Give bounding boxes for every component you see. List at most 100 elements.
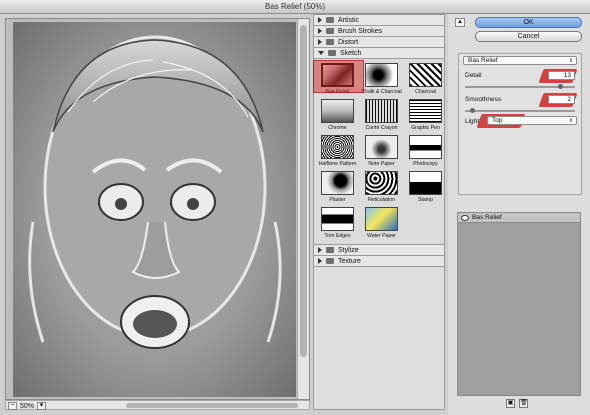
expand-arrow-icon	[318, 258, 322, 264]
smoothness-label: Smoothness	[465, 96, 502, 103]
category-artistic[interactable]: Artistic	[314, 15, 444, 26]
reticulation-thumb-icon	[365, 171, 398, 195]
category-label: Brush Strokes	[338, 27, 382, 35]
chevron-updown-icon: ⇕	[568, 118, 573, 124]
smoothness-input[interactable]: 2	[548, 95, 575, 104]
detail-slider[interactable]	[465, 84, 575, 89]
filter-label: Photocopy	[413, 161, 438, 167]
folder-icon	[328, 50, 336, 56]
category-label: Texture	[338, 257, 361, 265]
collapse-gallery-button[interactable]: ▲	[455, 18, 465, 27]
filter-reticulation[interactable]: Reticulation	[361, 171, 402, 206]
filter-label: Charcoal	[415, 89, 436, 95]
zoom-controls: − 50% ▾	[8, 401, 47, 411]
folder-icon	[326, 247, 334, 253]
detail-label: Detail	[465, 72, 482, 79]
preview-pane[interactable]	[5, 18, 310, 400]
note-paper-thumb-icon	[365, 135, 398, 159]
effect-layers-list: Bas Relief	[457, 212, 581, 396]
filter-torn-edges[interactable]: Torn Edges	[317, 207, 358, 242]
delete-effect-layer-button[interactable]: 🗑	[519, 399, 528, 408]
zoom-level[interactable]: 50%	[20, 403, 34, 410]
filter-label: Chrome	[328, 125, 347, 131]
filter-water-paper[interactable]: Water Paper	[361, 207, 402, 242]
filter-label: Halftone Pattern	[318, 161, 357, 167]
filter-charcoal[interactable]: Charcoal	[405, 63, 446, 98]
category-label: Artistic	[338, 16, 359, 24]
detail-slider-knob[interactable]	[558, 84, 564, 89]
filter-label: Reticulation	[367, 197, 396, 203]
preview-vertical-scrollbar[interactable]	[297, 19, 309, 399]
filter-label: Torn Edges	[324, 233, 351, 239]
filter-halftone-pattern[interactable]: Halftone Pattern	[317, 135, 358, 170]
settings-panel: ▲ OK Cancel Bas Relief ⇕ Detail 13 Smoot…	[448, 14, 590, 415]
category-distort[interactable]: Distort	[314, 37, 444, 48]
category-label: Distort	[338, 38, 359, 46]
folder-icon	[326, 28, 334, 34]
expand-arrow-icon	[318, 247, 322, 253]
layer-buttons: ▣ 🗑	[506, 399, 528, 408]
filter-settings-box: Bas Relief ⇕ Detail 13 Smoothness 2 Ligh…	[458, 53, 582, 195]
halftone-thumb-icon	[321, 135, 354, 159]
preview-image[interactable]	[13, 22, 296, 397]
category-sketch[interactable]: Sketch	[314, 48, 444, 59]
filter-select[interactable]: Bas Relief ⇕	[463, 56, 577, 65]
category-brush-strokes[interactable]: Brush Strokes	[314, 26, 444, 37]
title-bar: Bas Relief (50%)	[0, 0, 590, 14]
filter-select-value: Bas Relief	[468, 57, 498, 64]
charcoal-thumb-icon	[409, 63, 442, 87]
chrome-thumb-icon	[321, 99, 354, 123]
filter-plaster[interactable]: Plaster	[317, 171, 358, 206]
filter-conte-crayon[interactable]: Conté Crayon	[361, 99, 402, 134]
chevron-updown-icon: ⇕	[568, 58, 573, 64]
cancel-button[interactable]: Cancel	[475, 31, 582, 42]
smoothness-slider-knob[interactable]	[470, 108, 476, 113]
category-texture[interactable]: Texture	[314, 256, 444, 267]
filter-label: Chalk & Charcoal	[361, 89, 402, 95]
effect-layer-label: Bas Relief	[472, 214, 502, 221]
folder-icon	[326, 39, 334, 45]
conte-crayon-thumb-icon	[365, 99, 398, 123]
filter-note-paper[interactable]: Note Paper	[361, 135, 402, 170]
filter-label: Graphic Pen	[411, 125, 440, 131]
horizontal-scroll-thumb[interactable]	[126, 403, 298, 408]
selection-highlight	[313, 60, 364, 93]
filter-label: Conté Crayon	[365, 125, 398, 131]
smoothness-slider[interactable]	[465, 108, 575, 113]
zoom-out-button[interactable]: −	[8, 402, 17, 410]
filter-label: Stamp	[418, 197, 433, 203]
window-title: Bas Relief (50%)	[264, 2, 326, 11]
water-paper-thumb-icon	[365, 207, 398, 231]
filter-stamp[interactable]: Stamp	[405, 171, 446, 206]
vertical-scroll-thumb[interactable]	[300, 25, 307, 357]
embossed-face-image	[28, 35, 282, 349]
filter-photocopy[interactable]: Photocopy	[405, 135, 446, 170]
photocopy-thumb-icon	[409, 135, 442, 159]
ok-button[interactable]: OK	[475, 17, 582, 28]
category-label: Stylize	[338, 246, 359, 254]
collapse-arrow-icon	[318, 51, 324, 55]
light-select[interactable]: Top ⇕	[487, 116, 577, 125]
new-effect-layer-button[interactable]: ▣	[506, 399, 515, 408]
graphic-pen-thumb-icon	[409, 99, 442, 123]
torn-edges-thumb-icon	[321, 207, 354, 231]
filter-graphic-pen[interactable]: Graphic Pen	[405, 99, 446, 134]
category-stylize[interactable]: Stylize	[314, 245, 444, 256]
detail-input[interactable]: 13	[548, 71, 575, 80]
expand-arrow-icon	[318, 17, 322, 23]
effect-layer-row[interactable]: Bas Relief	[458, 213, 580, 223]
filter-chrome[interactable]: Chrome	[317, 99, 358, 134]
light-select-value: Top	[492, 117, 503, 124]
folder-icon	[326, 17, 334, 23]
filter-label: Plaster	[329, 197, 346, 203]
category-label: Sketch	[340, 49, 362, 57]
filter-chalk-charcoal[interactable]: Chalk & Charcoal	[361, 63, 402, 98]
eye-icon[interactable]	[461, 214, 469, 221]
plaster-thumb-icon	[321, 171, 354, 195]
filter-label: Water Paper	[367, 233, 396, 239]
preview-horizontal-scrollbar[interactable]	[5, 400, 310, 410]
expand-arrow-icon	[318, 28, 322, 34]
expand-arrow-icon	[318, 39, 322, 45]
zoom-menu-button[interactable]: ▾	[37, 402, 47, 410]
chalk-charcoal-thumb-icon	[365, 63, 398, 87]
